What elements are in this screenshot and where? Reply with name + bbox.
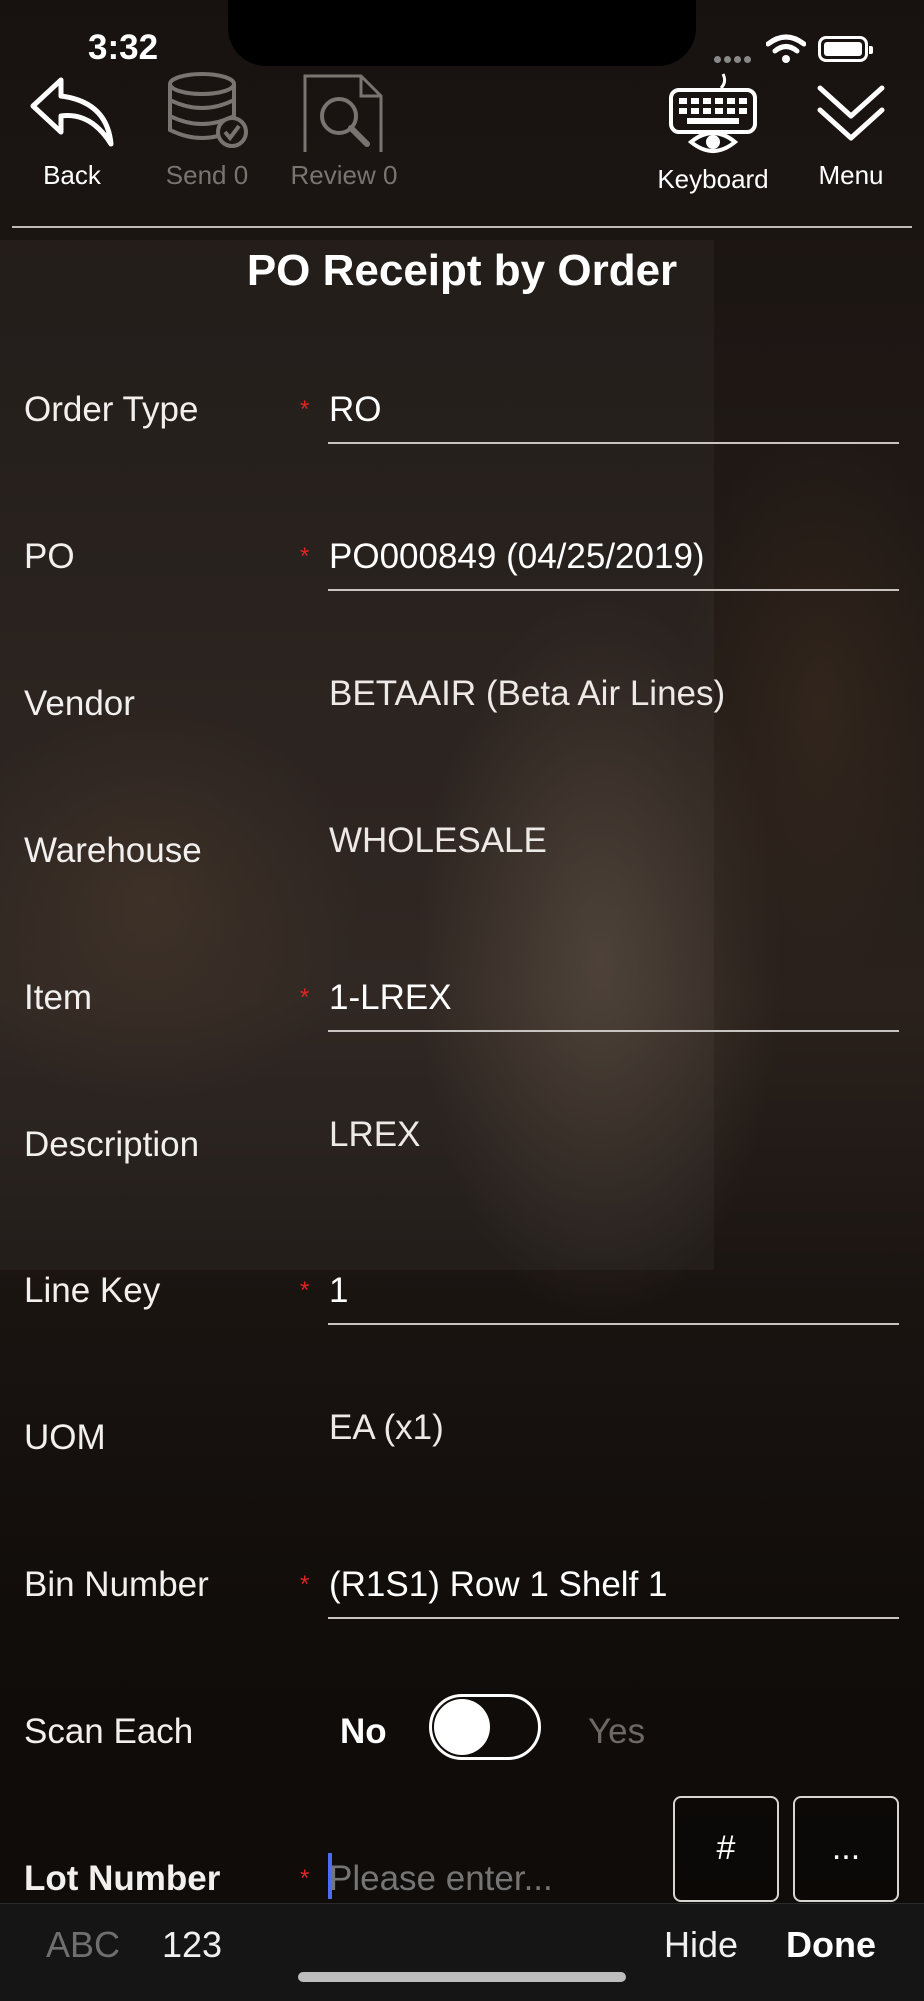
keyboard-label: Keyboard [657, 164, 769, 194]
lot-number-label: Lot Number [24, 1859, 221, 1898]
line-key-underline [328, 1323, 899, 1325]
keyboard-eye-icon [669, 73, 757, 153]
description-label: Description [24, 1125, 200, 1164]
chevron-double-down-icon [817, 85, 885, 141]
item-field[interactable]: 1-LREX [329, 978, 452, 1018]
review-button[interactable]: Review 0 [274, 72, 414, 191]
bin-number-row: Bin Number * (R1S1) Row 1 Shelf 1 [0, 1565, 924, 1635]
po-row: PO * PO000849 (04/25/2019) [0, 537, 924, 607]
status-time: 3:32 [88, 28, 159, 67]
send-button[interactable]: Send 0 [137, 72, 277, 191]
required-marker: * [300, 1277, 310, 1304]
page-title: PO Receipt by Order [246, 246, 678, 295]
back-label: Back [43, 160, 101, 190]
required-marker: * [300, 1865, 310, 1892]
keyboard-accessory-bar: ABC 123 Hide Done [0, 1903, 924, 2001]
document-search-icon [303, 74, 383, 152]
abc-keyboard-button[interactable]: ABC [46, 1924, 120, 1966]
keyboard-button[interactable]: Keyboard [643, 72, 783, 195]
vendor-label: Vendor [24, 684, 135, 723]
scan-each-label: Scan Each [24, 1712, 194, 1751]
scan-each-yes-label: Yes [588, 1712, 646, 1751]
description-value: LREX [329, 1115, 421, 1154]
order-type-field[interactable]: RO [329, 390, 382, 430]
lot-number-input[interactable] [329, 1859, 629, 1899]
home-indicator [298, 1972, 626, 1982]
scan-each-toggle[interactable] [429, 1694, 541, 1760]
description-row: Description LREX [0, 1115, 924, 1195]
back-arrow-icon [30, 77, 114, 147]
done-button[interactable]: Done [786, 1924, 876, 1966]
toolbar-divider [12, 226, 912, 228]
bin-number-field[interactable]: (R1S1) Row 1 Shelf 1 [329, 1565, 667, 1605]
toggle-knob [434, 1699, 490, 1755]
numeric-keyboard-button[interactable]: 123 [162, 1924, 222, 1966]
po-underline [328, 589, 899, 591]
required-marker: * [300, 396, 310, 423]
toolbar: Back Send 0 Review 0 Keyboard Menu [0, 72, 924, 222]
warehouse-row: Warehouse WHOLESALE [0, 821, 924, 901]
wifi-icon [766, 34, 806, 63]
item-underline [328, 1030, 899, 1032]
order-type-underline [328, 442, 899, 444]
required-marker: * [300, 543, 310, 570]
scan-each-no-label: No [340, 1712, 387, 1751]
warehouse-value: WHOLESALE [329, 821, 547, 860]
scan-each-row: Scan Each No Yes [0, 1694, 924, 1782]
send-label: Send 0 [165, 160, 249, 190]
required-marker: * [300, 1571, 310, 1598]
review-label: Review 0 [290, 160, 398, 190]
more-button[interactable]: ... [793, 1796, 899, 1902]
database-check-icon [168, 72, 248, 148]
line-key-field[interactable]: 1 [329, 1271, 348, 1311]
required-marker: * [300, 984, 310, 1011]
signal-icon [714, 50, 758, 63]
po-field[interactable]: PO000849 (04/25/2019) [329, 537, 705, 577]
vendor-row: Vendor BETAAIR (Beta Air Lines) [0, 674, 924, 754]
line-key-label: Line Key [24, 1271, 161, 1310]
back-button[interactable]: Back [2, 72, 142, 191]
device-notch [228, 0, 696, 66]
battery-icon [818, 36, 873, 62]
warehouse-label: Warehouse [24, 831, 202, 870]
menu-button[interactable]: Menu [781, 72, 921, 191]
hide-keyboard-button[interactable]: Hide [664, 1924, 738, 1966]
vendor-value: BETAAIR (Beta Air Lines) [329, 674, 726, 713]
item-label: Item [24, 978, 93, 1017]
menu-label: Menu [818, 160, 884, 190]
bin-number-label: Bin Number [24, 1565, 209, 1604]
line-key-row: Line Key * 1 [0, 1271, 924, 1341]
uom-value: EA (x1) [329, 1408, 444, 1447]
uom-label: UOM [24, 1418, 106, 1457]
order-type-label: Order Type [24, 390, 199, 429]
hash-button[interactable]: # [673, 1796, 779, 1902]
po-label: PO [24, 537, 75, 576]
uom-row: UOM EA (x1) [0, 1408, 924, 1488]
item-row: Item * 1-LREX [0, 978, 924, 1048]
order-type-row: Order Type * RO [0, 390, 924, 460]
bin-number-underline [328, 1617, 899, 1619]
